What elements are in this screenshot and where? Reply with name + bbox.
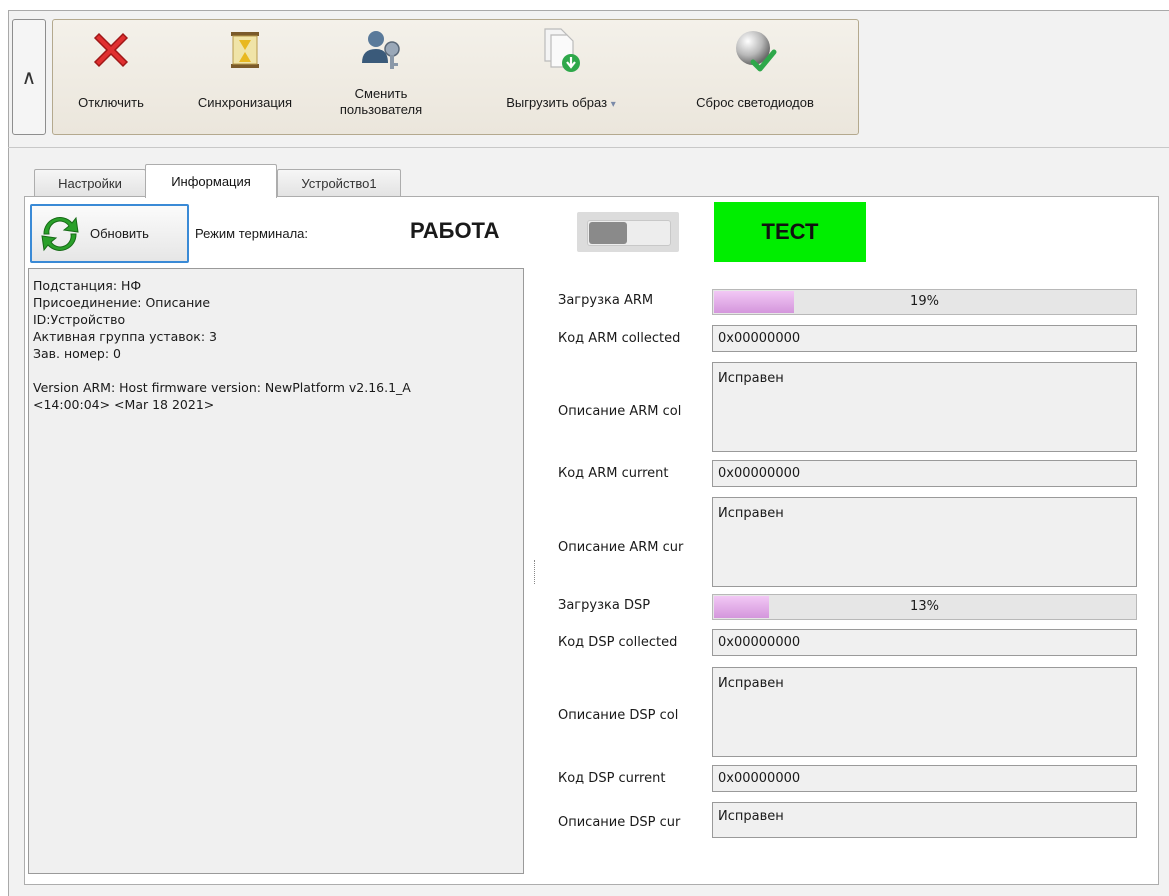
info-version-arm: Version ARM: Host firmware version: NewP… <box>33 380 411 395</box>
export-image-button[interactable]: Выгрузить образ ▾ <box>477 20 645 132</box>
document-download-icon <box>535 24 587 76</box>
dsp-current-desc-label: Описание DSP cur <box>558 815 681 830</box>
disconnect-button[interactable]: Отключить <box>59 20 163 132</box>
refresh-icon <box>38 212 82 256</box>
device-info-box: Подстанция: НФ Присоединение: Описание I… <box>28 268 524 874</box>
globe-checkmark-icon <box>729 24 781 76</box>
arm-load-percent: 19% <box>910 294 939 309</box>
collapse-ribbon-button[interactable]: ∧ <box>12 19 46 135</box>
arm-collected-desc-field[interactable]: Исправен <box>712 362 1137 452</box>
dsp-load-label: Загрузка DSP <box>558 598 651 613</box>
toggle-knob <box>589 222 627 244</box>
arm-current-code-label: Код ARM current <box>558 466 669 481</box>
dsp-current-code-label: Код DSP current <box>558 771 666 786</box>
arm-current-desc-field[interactable]: Исправен <box>712 497 1137 587</box>
switch-user-label-line2: пользователя <box>339 102 423 117</box>
hourglass-icon <box>219 24 271 76</box>
disconnect-label: Отключить <box>78 95 144 110</box>
dsp-collected-desc-field[interactable]: Исправен <box>712 667 1137 757</box>
reset-leds-button[interactable]: Сброс светодиодов <box>665 20 845 132</box>
tab-device1[interactable]: Устройство1 <box>277 169 401 196</box>
red-x-icon <box>85 24 137 76</box>
arm-current-code-field[interactable]: 0x00000000 <box>712 460 1137 487</box>
info-substation: Подстанция: НФ <box>33 278 142 293</box>
info-build-date: <14:00:04> <Mar 18 2021> <box>33 397 215 412</box>
arm-load-label: Загрузка ARM <box>558 293 654 308</box>
dsp-current-code-field[interactable]: 0x00000000 <box>712 765 1137 792</box>
terminal-mode-label: Режим терминала: <box>195 226 308 241</box>
dsp-current-desc-field[interactable]: Исправен <box>712 802 1137 838</box>
info-serial-number: Зав. номер: 0 <box>33 346 122 361</box>
chevron-down-icon: ▾ <box>610 99 616 110</box>
arm-collected-code-label: Код ARM collected <box>558 331 681 346</box>
info-blank-line <box>33 362 519 379</box>
user-key-icon <box>355 24 407 76</box>
mode-toggle-switch[interactable] <box>577 212 679 252</box>
ribbon-divider <box>8 147 1169 148</box>
toggle-track <box>587 220 671 246</box>
test-mode-indicator: ТЕСТ <box>714 202 866 262</box>
info-device-id: ID:Устройство <box>33 312 126 327</box>
ribbon-toolbar: Отключить Синхронизация Сменить пользова… <box>52 19 859 135</box>
dsp-collected-code-label: Код DSP collected <box>558 635 678 650</box>
tab-information[interactable]: Информация <box>145 164 277 198</box>
sync-button[interactable]: Синхронизация <box>177 20 313 132</box>
dsp-collected-desc-label: Описание DSP col <box>558 708 679 723</box>
refresh-label: Обновить <box>90 226 149 241</box>
arm-load-progress: 19% <box>712 289 1137 315</box>
switch-user-label-line1: Сменить <box>354 86 408 101</box>
arm-collected-code-field[interactable]: 0x00000000 <box>712 325 1137 352</box>
panel-splitter[interactable] <box>534 560 537 584</box>
reset-leds-label: Сброс светодиодов <box>696 95 814 110</box>
arm-current-desc-label: Описание ARM cur <box>558 540 684 555</box>
dsp-load-progress: 13% <box>712 594 1137 620</box>
info-active-group: Активная группа уставок: 3 <box>33 329 217 344</box>
tab-settings[interactable]: Настройки <box>34 169 146 196</box>
switch-user-button[interactable]: Сменить пользователя <box>315 20 447 132</box>
sync-label: Синхронизация <box>197 95 293 110</box>
export-image-label: Выгрузить образ ▾ <box>506 96 616 112</box>
refresh-button[interactable]: Обновить <box>30 204 189 263</box>
dsp-load-percent: 13% <box>910 599 939 614</box>
arm-collected-desc-label: Описание ARM col <box>558 404 682 419</box>
terminal-mode-value: РАБОТА <box>410 218 500 243</box>
export-image-text: Выгрузить образ <box>506 95 608 110</box>
dsp-collected-code-field[interactable]: 0x00000000 <box>712 629 1137 656</box>
info-connection: Присоединение: Описание <box>33 295 211 310</box>
